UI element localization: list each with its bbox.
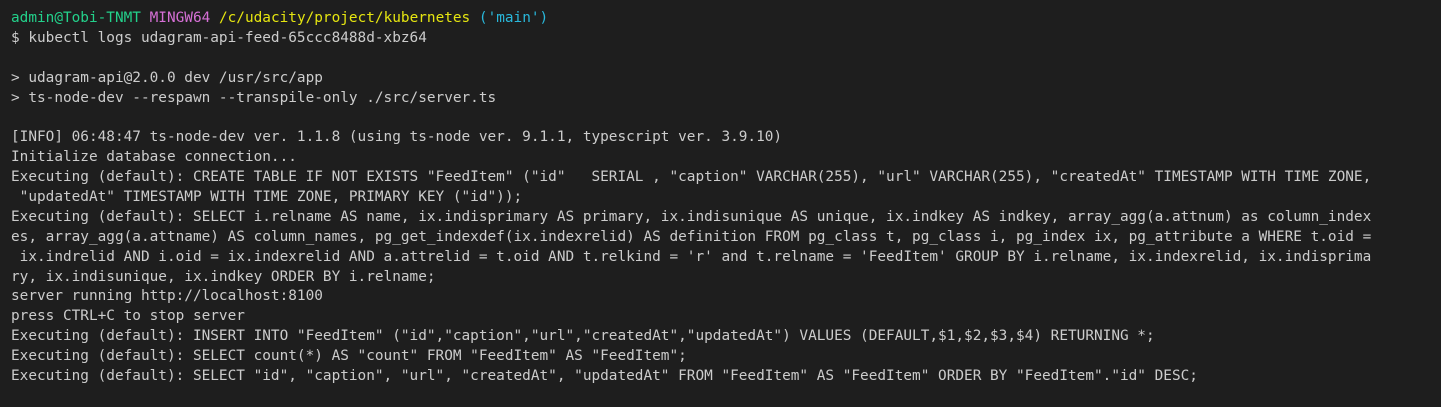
log-line: "updatedAt" TIMESTAMP WITH TIME ZONE, PR… xyxy=(11,189,523,206)
log-line: Executing (default): SELECT count(*) AS … xyxy=(11,348,687,365)
log-line: es, array_agg(a.attname) AS column_names… xyxy=(11,228,1372,245)
command-line: $ kubectl logs udagram-api-feed-65ccc848… xyxy=(11,29,427,46)
log-line: > ts-node-dev --respawn --transpile-only… xyxy=(11,89,497,106)
terminal-window[interactable]: admin@Tobi-TNMT MINGW64 /c/udacity/proje… xyxy=(0,0,1441,407)
log-output: > udagram-api@2.0.0 dev /usr/src/app > t… xyxy=(11,49,1441,387)
prompt-user-host: admin@Tobi-TNMT xyxy=(11,10,141,26)
log-line: > udagram-api@2.0.0 dev /usr/src/app xyxy=(11,69,323,86)
log-line: Executing (default): INSERT INTO "FeedIt… xyxy=(11,328,1155,345)
shell-prompt: admin@Tobi-TNMT MINGW64 /c/udacity/proje… xyxy=(11,9,1441,29)
log-line: [INFO] 06:48:47 ts-node-dev ver. 1.1.8 (… xyxy=(11,129,783,146)
log-line: Executing (default): SELECT i.relname AS… xyxy=(11,208,1372,225)
log-line: ry, ix.indisunique, ix.indkey ORDER BY i… xyxy=(11,268,436,285)
log-line: Executing (default): CREATE TABLE IF NOT… xyxy=(11,169,1372,186)
log-line: Initialize database connection... xyxy=(11,149,297,166)
log-line: ix.indrelid AND i.oid = ix.indexrelid AN… xyxy=(11,248,1372,265)
log-line: press CTRL+C to stop server xyxy=(11,308,245,325)
log-line: Executing (default): SELECT "id", "capti… xyxy=(11,368,1198,385)
log-line: server running http://localhost:8100 xyxy=(11,288,323,305)
prompt-git-branch: ('main') xyxy=(478,10,549,26)
prompt-system: MINGW64 xyxy=(149,10,211,26)
prompt-path: /c/udacity/project/kubernetes xyxy=(218,10,471,26)
